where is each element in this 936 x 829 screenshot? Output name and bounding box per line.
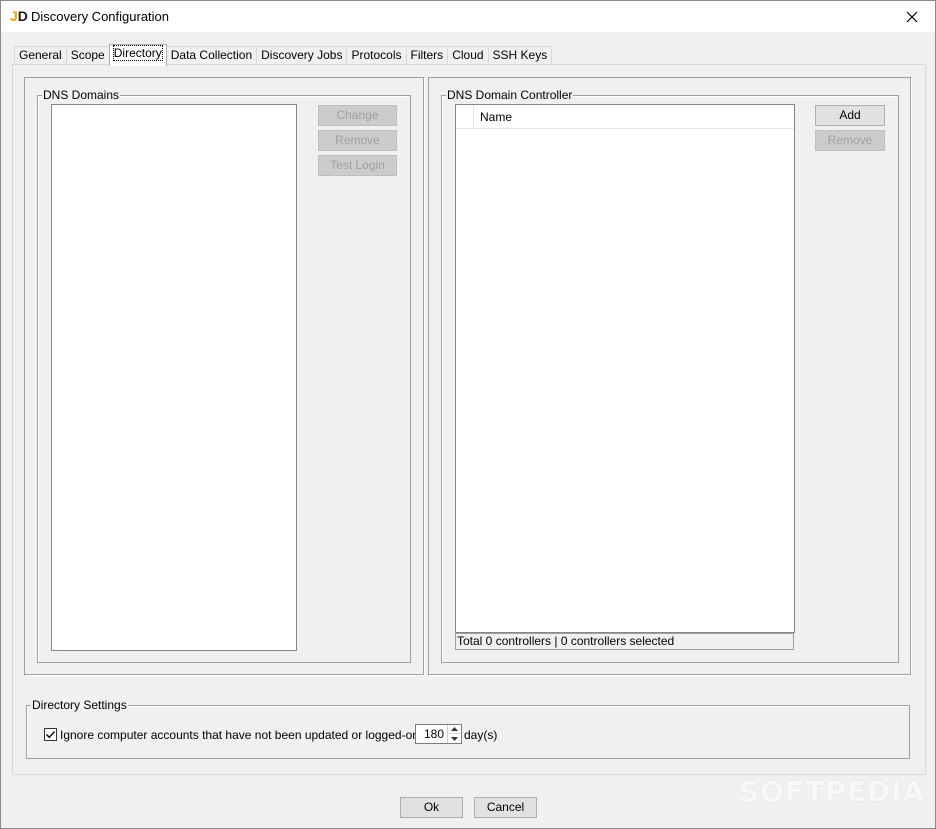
days-value[interactable]: 180 — [416, 725, 448, 743]
tab-general[interactable]: General — [14, 46, 67, 65]
tab-protocols[interactable]: Protocols — [346, 46, 407, 65]
spinner-buttons — [447, 725, 461, 743]
tab-cloud[interactable]: Cloud — [447, 46, 489, 65]
change-button[interactable]: Change — [318, 105, 397, 126]
days-spinner[interactable]: 180 — [415, 724, 462, 744]
spin-up-button[interactable] — [448, 725, 461, 734]
tab-discovery-jobs[interactable]: Discovery Jobs — [256, 46, 348, 65]
spin-down-button[interactable] — [448, 734, 461, 743]
ok-button[interactable]: Ok — [400, 797, 463, 818]
controller-status-bar: Total 0 controllers | 0 controllers sele… — [455, 633, 794, 650]
jd-app-icon: JD — [10, 8, 28, 24]
cancel-button[interactable]: Cancel — [474, 797, 537, 818]
tab-ssh-keys[interactable]: SSH Keys — [487, 46, 553, 65]
arrow-up-icon — [451, 727, 458, 731]
discovery-configuration-window: JD Discovery Configuration General Scope… — [0, 0, 936, 829]
add-button[interactable]: Add — [815, 105, 885, 126]
table-header: Name — [456, 105, 794, 129]
dns-controller-table[interactable]: Name — [455, 104, 795, 633]
tab-filters[interactable]: Filters — [405, 46, 449, 65]
days-unit-label: day(s) — [464, 728, 498, 742]
ignore-accounts-label: Ignore computer accounts that have not b… — [60, 728, 437, 742]
arrow-down-icon — [451, 736, 458, 741]
header-selector-cell — [456, 105, 474, 129]
ignore-accounts-checkbox[interactable] — [44, 728, 57, 741]
dns-controller-group-label: DNS Domain Controller — [446, 88, 574, 102]
directory-settings-group-label: Directory Settings — [31, 698, 128, 712]
title-bar: JD Discovery Configuration — [1, 1, 935, 32]
tab-scope[interactable]: Scope — [65, 46, 110, 65]
remove-domain-button[interactable]: Remove — [318, 130, 397, 151]
softpedia-watermark: SOFTPEDIA — [739, 775, 926, 808]
tab-directory[interactable]: Directory — [108, 44, 167, 66]
close-button[interactable] — [889, 1, 935, 32]
tab-data-collection[interactable]: Data Collection — [165, 46, 258, 65]
close-icon — [906, 11, 918, 22]
checkmark-icon — [46, 731, 56, 739]
remove-controller-button[interactable]: Remove — [815, 130, 885, 151]
window-title: Discovery Configuration — [31, 9, 170, 24]
test-login-button[interactable]: Test Login — [318, 155, 397, 176]
dns-domains-list[interactable] — [51, 104, 297, 651]
dns-domains-group-label: DNS Domains — [42, 88, 121, 102]
tab-strip: General Scope Directory Data Collection … — [14, 44, 553, 66]
column-header-name[interactable]: Name — [480, 110, 512, 124]
